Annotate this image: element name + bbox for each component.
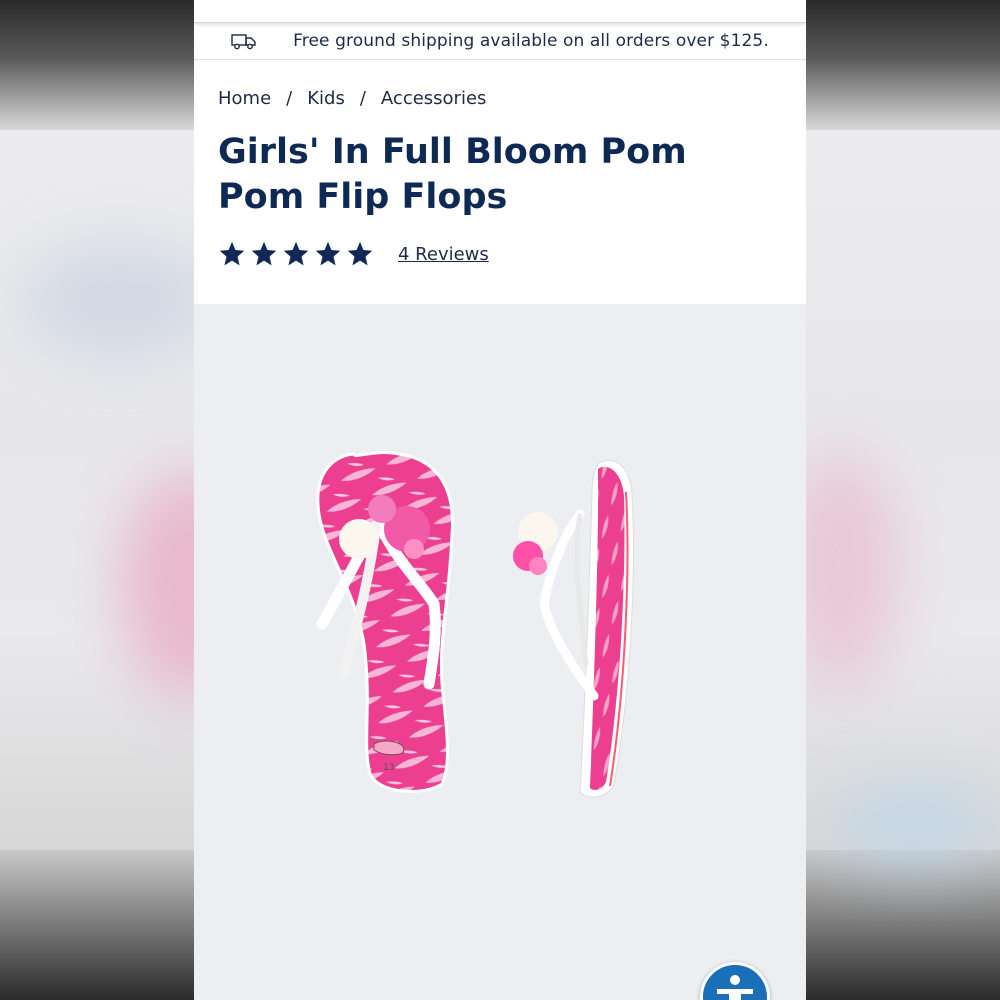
breadcrumb-separator: /	[286, 88, 293, 109]
product-page: Free ground shipping available on all or…	[194, 0, 806, 1000]
sole-size-label: 13	[383, 763, 394, 773]
breadcrumb: Home / Kids / Accessories	[218, 88, 486, 109]
breadcrumb-accessories[interactable]: Accessories	[381, 88, 487, 109]
star-icon	[219, 241, 245, 266]
truck-icon	[231, 34, 256, 50]
star-icon	[283, 241, 309, 266]
page-title: Girls' In Full Bloom Pom Pom Flip Flops	[218, 132, 687, 217]
left-flip-flop: 13	[316, 451, 454, 793]
breadcrumb-home[interactable]: Home	[218, 88, 271, 109]
star-icon	[347, 241, 373, 266]
reviews-link[interactable]: 4 Reviews	[398, 244, 489, 265]
site-header	[194, 0, 806, 23]
product-rating[interactable]: 4 Reviews	[218, 240, 489, 268]
breadcrumb-kids[interactable]: Kids	[307, 88, 345, 109]
breadcrumb-separator: /	[359, 88, 366, 109]
flip-flops-illustration: 13	[316, 451, 634, 798]
accessibility-icon	[717, 975, 753, 1000]
product-image[interactable]: 13	[194, 304, 806, 1000]
star-icon	[315, 241, 341, 266]
right-flip-flop	[513, 459, 634, 798]
accessibility-button[interactable]	[700, 962, 770, 1000]
shipping-text: Free ground shipping available on all or…	[293, 31, 769, 51]
shipping-banner[interactable]: Free ground shipping available on all or…	[194, 23, 806, 60]
star-icon	[251, 241, 277, 266]
